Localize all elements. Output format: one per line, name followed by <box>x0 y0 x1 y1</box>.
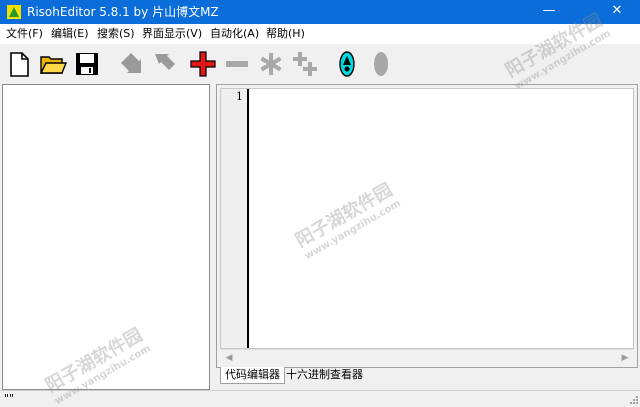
open-folder-icon <box>39 56 68 74</box>
editor-tabs: 代码编辑器 十六进制查看器 <box>216 367 640 385</box>
scroll-left-icon[interactable]: ◀ <box>222 351 236 365</box>
status-bar: "" <box>0 390 640 406</box>
code-editor[interactable]: 1 <box>220 88 634 349</box>
window-title: RisohEditor 5.8.1 by 片山博文MZ <box>27 5 219 19</box>
menu-edit[interactable]: 编辑(E) <box>51 27 89 41</box>
close-button[interactable]: ✕ <box>594 0 640 24</box>
remove-icon <box>226 61 248 67</box>
menu-help[interactable]: 帮助(H) <box>266 27 305 41</box>
save-button[interactable] <box>70 47 104 81</box>
add-button[interactable] <box>186 47 220 81</box>
modify-icon <box>260 53 282 75</box>
minimize-button[interactable]: — <box>526 0 572 24</box>
line-number-gutter: 1 <box>221 89 249 348</box>
line-number: 1 <box>236 90 243 103</box>
status-text: "" <box>4 392 15 405</box>
move-down-button[interactable] <box>114 47 148 81</box>
new-file-icon <box>10 52 29 77</box>
horizontal-scrollbar[interactable]: ◀ ▶ <box>220 349 634 365</box>
remove-button[interactable] <box>220 47 254 81</box>
scroll-right-icon[interactable]: ▶ <box>618 351 632 365</box>
menu-view[interactable]: 界面显示(V) <box>142 27 202 41</box>
resource-tree[interactable] <box>2 84 210 390</box>
menu-search[interactable]: 搜索(S) <box>97 27 135 41</box>
move-up-button[interactable] <box>148 47 182 81</box>
title-bar: RisohEditor 5.8.1 by 片山博文MZ — ✕ <box>0 0 640 24</box>
toolbar <box>0 44 640 82</box>
menu-bar: 文件(F) 编辑(E) 搜索(S) 界面显示(V) 自动化(A) 帮助(H) <box>0 24 640 44</box>
move-up-icon <box>155 54 175 70</box>
test-button[interactable] <box>330 47 364 81</box>
new-button[interactable] <box>2 47 36 81</box>
menu-automation[interactable]: 自动化(A) <box>210 27 259 41</box>
cancel-icon <box>374 52 388 76</box>
save-icon <box>76 53 98 75</box>
open-button[interactable] <box>36 47 70 81</box>
copy-icon <box>293 52 317 76</box>
copy-button[interactable] <box>288 47 322 81</box>
test-icon <box>339 51 355 77</box>
app-icon <box>7 5 21 19</box>
tab-hex-viewer[interactable]: 十六进制查看器 <box>282 367 367 384</box>
tab-code-editor[interactable]: 代码编辑器 <box>220 367 285 384</box>
resize-grip-icon[interactable] <box>628 394 638 404</box>
move-down-icon <box>121 53 141 73</box>
editor-text-area[interactable] <box>249 89 633 348</box>
add-icon <box>190 51 216 77</box>
modify-button[interactable] <box>254 47 288 81</box>
cancel-button[interactable] <box>364 47 398 81</box>
menu-file[interactable]: 文件(F) <box>6 27 43 41</box>
